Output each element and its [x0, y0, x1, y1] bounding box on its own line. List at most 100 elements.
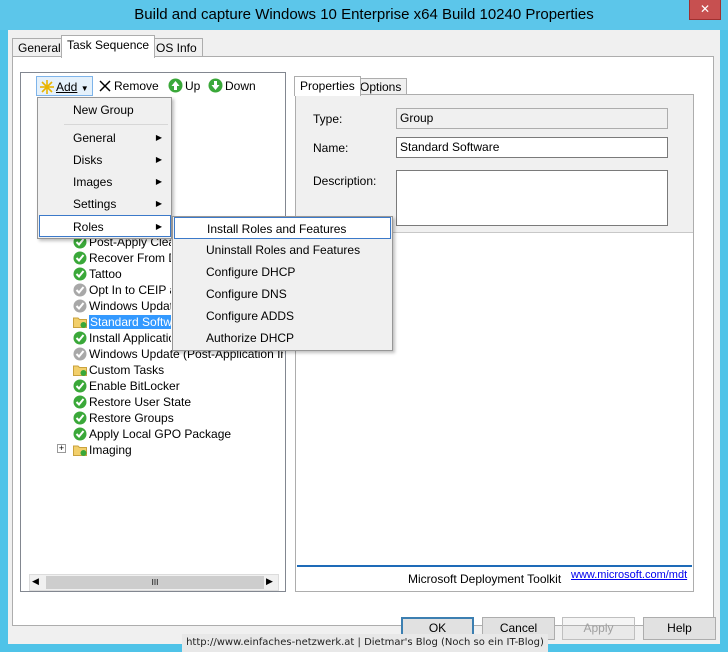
tree-item-label: Windows Update — [89, 299, 171, 313]
add-menu-item[interactable]: Disks ▶ — [40, 149, 170, 171]
submenu-arrow-icon: ▶ — [155, 133, 162, 142]
add-button[interactable]: Add ▼ — [36, 76, 93, 96]
roles-menu-item-label: Configure DNS — [206, 287, 287, 301]
tree-item[interactable]: Tattoo — [73, 266, 171, 282]
disabled-check-icon — [73, 299, 87, 313]
tree-item-label: Restore Groups — [89, 411, 174, 425]
footer-divider — [297, 565, 692, 567]
watermark: http://www.einfaches-netzwerk.at | Dietm… — [182, 634, 548, 652]
menu-separator — [64, 124, 168, 125]
roles-menu-item-label: Authorize DHCP — [206, 331, 295, 345]
add-menu-item-label: Images — [73, 175, 113, 189]
check-icon — [73, 411, 87, 425]
roles-menu-item-label: Configure ADDS — [206, 309, 295, 323]
add-menu-item-label: Disks — [73, 153, 103, 167]
description-field[interactable] — [396, 170, 668, 226]
add-menu-item[interactable]: Settings ▶ — [40, 193, 170, 215]
up-button[interactable]: Up — [168, 76, 200, 96]
roles-menu-item[interactable]: Uninstall Roles and Features — [174, 239, 391, 261]
roles-menu-item[interactable]: Install Roles and Features — [174, 217, 391, 239]
roles-menu-item[interactable]: Configure DHCP — [174, 261, 391, 283]
add-label: Add — [56, 80, 78, 94]
add-menu-item-label: General — [73, 131, 116, 145]
scroll-thumb[interactable]: III — [46, 576, 264, 589]
tree-item-label: Recover From Do — [89, 251, 171, 265]
type-label: Type: — [313, 112, 343, 126]
tree-item[interactable]: Restore Groups — [73, 410, 174, 426]
tab-general[interactable]: General — [12, 38, 67, 58]
check-icon — [73, 379, 87, 393]
name-field[interactable]: Standard Software — [396, 137, 668, 158]
expand-icon[interactable]: + — [57, 444, 66, 453]
tree-item[interactable]: + Imaging — [57, 442, 132, 458]
footer-text: Microsoft Deployment Toolkit — [408, 572, 562, 586]
description-label: Description: — [313, 174, 377, 188]
arrow-down-icon — [208, 78, 223, 93]
tree-item-label: Restore User State — [89, 395, 192, 409]
type-field: Group — [396, 108, 668, 129]
tree-item-label: Custom Tasks — [89, 363, 165, 377]
roles-menu-item[interactable]: Configure DNS — [174, 283, 391, 305]
check-icon — [73, 267, 87, 281]
add-menu-item-label: Roles — [73, 220, 104, 234]
close-button[interactable]: ✕ — [689, 0, 721, 20]
tree-item-label: Install Application — [89, 331, 171, 345]
tree-item-label: Tattoo — [89, 267, 122, 281]
check-icon — [73, 395, 87, 409]
mdt-link[interactable]: www.microsoft.com/mdt — [571, 569, 687, 581]
horizontal-scrollbar[interactable]: ◀ III ▶ — [29, 574, 279, 591]
folder-icon — [73, 317, 87, 328]
tab-properties[interactable]: Properties — [294, 76, 361, 96]
tree-item[interactable]: Custom Tasks — [73, 362, 164, 378]
roles-menu-item-label: Uninstall Roles and Features — [206, 243, 361, 257]
name-label: Name: — [313, 141, 349, 155]
tree-item[interactable]: Windows Update — [73, 298, 171, 314]
remove-x-icon — [99, 80, 111, 92]
submenu-arrow-icon: ▶ — [155, 222, 162, 231]
check-icon — [73, 427, 87, 441]
scroll-right-icon[interactable]: ▶ — [266, 576, 273, 587]
roles-menu-item-label: Configure DHCP — [206, 265, 296, 279]
folder-icon — [73, 445, 87, 456]
arrow-up-icon — [168, 78, 183, 93]
remove-button[interactable]: Remove — [98, 76, 159, 96]
tree-item[interactable]: Enable BitLocker — [73, 378, 180, 394]
tree-item-label: Opt In to CEIP an — [89, 283, 171, 297]
roles-menu-item[interactable]: Authorize DHCP — [174, 327, 391, 349]
tree-item-label: Imaging — [89, 443, 132, 457]
tree-item[interactable]: Install Application — [73, 330, 171, 346]
tree-item[interactable]: Standard Softwar — [73, 314, 171, 330]
tab-os-info[interactable]: OS Info — [150, 38, 203, 58]
disabled-check-icon — [73, 283, 87, 297]
roles-menu-item-label: Install Roles and Features — [207, 222, 347, 236]
down-label: Down — [225, 79, 256, 93]
help-button[interactable]: Help — [643, 617, 716, 640]
add-star-icon — [40, 80, 54, 94]
add-menu-item[interactable]: Roles ▶ — [39, 215, 171, 237]
add-menu-item[interactable]: General ▶ — [40, 127, 170, 149]
check-icon — [73, 331, 87, 345]
remove-label: Remove — [114, 79, 159, 93]
window-title: Build and capture Windows 10 Enterprise … — [0, 0, 728, 30]
add-menu-item-label: Settings — [73, 197, 117, 211]
tree-item[interactable]: Apply Local GPO Package — [73, 426, 231, 442]
tab-task-sequence[interactable]: Task Sequence — [61, 35, 156, 58]
down-button[interactable]: Down — [208, 76, 256, 96]
tree-item-label: Enable BitLocker — [89, 379, 180, 393]
tree-item[interactable]: Restore User State — [73, 394, 191, 410]
submenu-arrow-icon: ▶ — [155, 199, 162, 208]
scroll-left-icon[interactable]: ◀ — [32, 576, 39, 587]
add-menu-item-label: New Group — [73, 103, 134, 117]
tree-item[interactable]: Opt In to CEIP an — [73, 282, 171, 298]
add-menu-item[interactable]: Images ▶ — [40, 171, 170, 193]
submenu-arrow-icon: ▶ — [155, 155, 162, 164]
add-menu-item[interactable]: New Group — [40, 99, 170, 121]
roles-menu-item[interactable]: Configure ADDS — [174, 305, 391, 327]
tree-item[interactable]: Recover From Do — [73, 250, 171, 266]
submenu-arrow-icon: ▶ — [155, 177, 162, 186]
up-label: Up — [185, 79, 201, 93]
check-icon — [73, 251, 87, 265]
chevron-down-icon: ▼ — [80, 84, 89, 93]
folder-icon — [73, 365, 87, 376]
apply-button[interactable]: Apply — [562, 617, 635, 640]
